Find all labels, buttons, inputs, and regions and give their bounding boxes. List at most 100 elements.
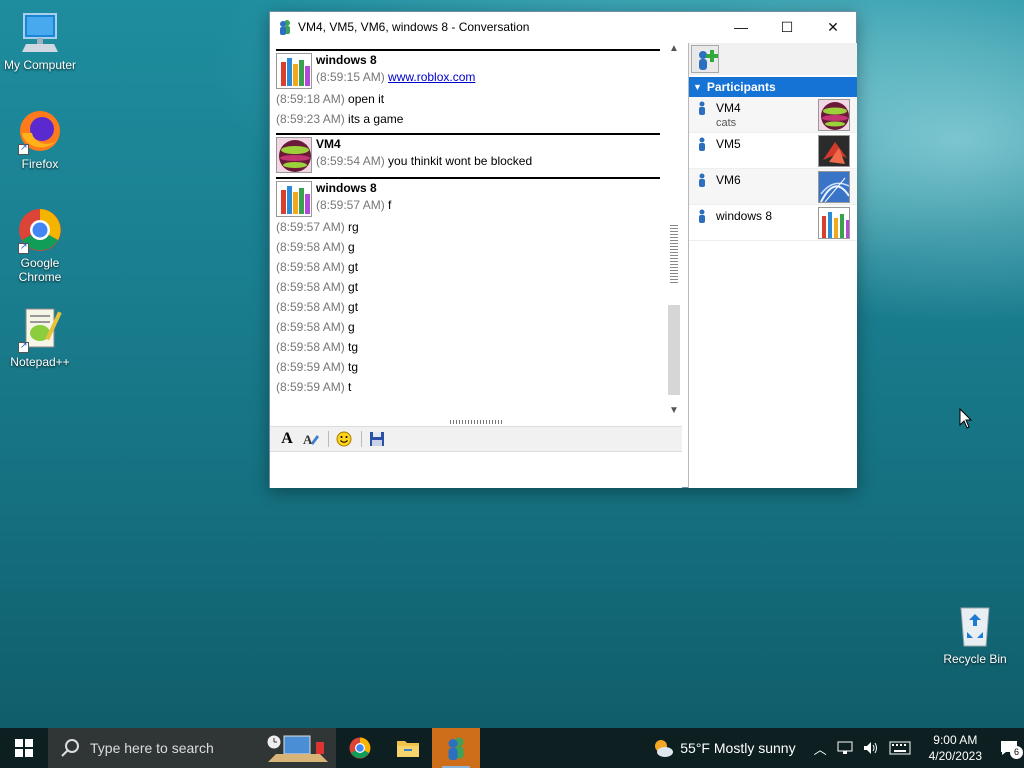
start-button[interactable] xyxy=(0,728,48,768)
taskbar-clock[interactable]: 9:00 AM 4/20/2023 xyxy=(929,732,982,764)
emoticon-button[interactable] xyxy=(333,429,355,449)
taskbar-file-explorer[interactable] xyxy=(384,728,432,768)
timestamp: (8:59:54 AM) xyxy=(316,154,385,168)
color-button[interactable]: A xyxy=(300,429,322,449)
taskbar-search-box[interactable]: Type here to search xyxy=(48,728,336,768)
timestamp: (8:59:18 AM) xyxy=(276,92,345,106)
volume-icon[interactable] xyxy=(863,741,879,755)
scroll-grip-icon xyxy=(670,223,678,283)
partly-sunny-icon xyxy=(655,740,674,757)
desktop-icon-recycle-bin[interactable]: Recycle Bin xyxy=(935,602,1015,666)
format-toolbar: A A xyxy=(270,426,682,452)
close-icon: ✕ xyxy=(827,18,839,35)
collapse-triangle-icon: ▼ xyxy=(693,82,702,92)
message-text: g xyxy=(348,320,355,334)
timestamp: (8:59:57 AM) xyxy=(316,198,385,212)
participant-vm5[interactable]: VM5 xyxy=(689,133,857,169)
participants-header[interactable]: ▼ Participants xyxy=(689,77,857,97)
buddy-status-icon xyxy=(699,101,705,115)
add-participant-button[interactable] xyxy=(691,45,719,73)
message-text: tg xyxy=(348,360,359,374)
save-button[interactable] xyxy=(366,429,388,449)
notification-count-badge: 6 xyxy=(1010,746,1023,759)
scroll-up-icon[interactable]: ▲ xyxy=(666,43,682,57)
timestamp: (8:59:59 AM) xyxy=(276,380,345,394)
buddy-status-icon xyxy=(699,173,705,187)
message-line: (8:59:59 AM) t xyxy=(276,377,660,397)
message-line: (8:59:18 AM) open it xyxy=(276,89,660,109)
message-text: gt xyxy=(348,280,359,294)
desktop-icon-notepadpp[interactable]: Notepad++ xyxy=(0,305,80,369)
avatar xyxy=(276,181,312,217)
window-title: VM4, VM5, VM6, windows 8 - Conversation xyxy=(298,20,530,34)
svg-text:A: A xyxy=(303,432,313,447)
scroll-down-icon[interactable]: ▼ xyxy=(666,405,682,419)
notification-center-button[interactable]: 6 xyxy=(994,728,1024,768)
conversation-window: VM4, VM5, VM6, windows 8 - Conversation … xyxy=(269,11,857,488)
participant-vm6[interactable]: VM6 xyxy=(689,169,857,205)
desktop-icon-firefox[interactable]: Firefox xyxy=(0,107,80,171)
chevron-up-icon[interactable]: ︿ xyxy=(814,739,827,758)
message-line: (8:59:23 AM) its a game xyxy=(276,109,660,129)
close-button[interactable]: ✕ xyxy=(810,12,856,42)
message-input[interactable] xyxy=(270,452,682,488)
message-line: (8:59:58 AM) g xyxy=(276,317,660,337)
weather-temperature: 55°F xyxy=(680,740,710,756)
desktop-icon-my-computer[interactable]: My Computer xyxy=(0,8,80,72)
recycle-bin-icon xyxy=(951,602,999,650)
search-highlight-illustration-icon xyxy=(266,734,328,762)
message-line: (8:59:58 AM) gt xyxy=(276,297,660,317)
conversation-history[interactable]: windows 8 (8:59:15 AM) www.roblox.com (8… xyxy=(270,43,682,429)
keyboard-icon[interactable] xyxy=(889,741,911,755)
message-line: (8:59:59 AM) tg xyxy=(276,357,660,377)
participant-list: VM4 cats VM5 VM6 windows 8 xyxy=(689,97,857,241)
network-icon[interactable] xyxy=(837,741,853,755)
timestamp: (8:59:23 AM) xyxy=(276,112,345,126)
message-text: gt xyxy=(348,260,359,274)
message-group: windows 8 (8:59:15 AM) www.roblox.com (8… xyxy=(276,49,660,129)
participants-label: Participants xyxy=(706,80,776,94)
message-group: VM4 (8:59:54 AM) you thinkit wont be blo… xyxy=(276,133,660,173)
font-button[interactable]: A xyxy=(276,429,298,449)
weather-widget[interactable]: 55°F Mostly sunny xyxy=(652,737,796,759)
shortcut-arrow-icon xyxy=(18,340,29,353)
desktop-icon-label: Firefox xyxy=(21,157,59,171)
search-placeholder: Type here to search xyxy=(90,740,214,756)
participant-windows-8[interactable]: windows 8 xyxy=(689,205,857,241)
maximize-button[interactable]: ☐ xyxy=(764,12,810,42)
message-line: (8:59:58 AM) g xyxy=(276,237,660,257)
toolbar-separator xyxy=(361,431,362,447)
message-text: open it xyxy=(348,92,385,106)
search-icon xyxy=(61,739,79,757)
message-group: windows 8 (8:59:57 AM) f (8:59:57 AM) rg… xyxy=(276,177,660,397)
message-text: its a game xyxy=(348,112,404,126)
participant-name: VM4 xyxy=(716,101,741,115)
participant-vm4[interactable]: VM4 cats xyxy=(689,97,857,133)
message-text: you thinkit wont be blocked xyxy=(388,154,533,168)
messenger-buddy-icon xyxy=(280,20,290,35)
participant-name: windows 8 xyxy=(716,209,773,223)
conversation-scrollbar[interactable]: ▲ ▼ xyxy=(666,43,682,419)
minimize-button[interactable]: — xyxy=(718,12,764,42)
taskbar-messenger[interactable] xyxy=(432,728,480,768)
buddy-status-icon xyxy=(699,137,705,151)
message-text: f xyxy=(388,198,392,212)
timestamp: (8:59:15 AM) xyxy=(316,70,385,84)
minimize-icon: — xyxy=(734,19,748,35)
desktop-icon-chrome[interactable]: Google Chrome xyxy=(0,206,80,284)
timestamp: (8:59:58 AM) xyxy=(276,280,345,294)
sender-name: VM4 xyxy=(316,137,341,151)
message-link[interactable]: www.roblox.com xyxy=(388,70,475,84)
title-bar[interactable]: VM4, VM5, VM6, windows 8 - Conversation … xyxy=(270,12,856,42)
messenger-buddy-icon xyxy=(448,737,464,760)
input-splitter-handle[interactable] xyxy=(450,420,502,424)
buddy-status-icon xyxy=(699,209,705,223)
scroll-thumb[interactable] xyxy=(668,305,680,395)
mouse-pointer-icon xyxy=(959,408,973,429)
message-line: (8:59:58 AM) gt xyxy=(276,257,660,277)
timestamp: (8:59:58 AM) xyxy=(276,340,345,354)
timestamp: (8:59:59 AM) xyxy=(276,360,345,374)
taskbar-chrome[interactable] xyxy=(336,728,384,768)
timestamp: (8:59:57 AM) xyxy=(276,220,345,234)
participant-name: VM5 xyxy=(716,137,741,151)
